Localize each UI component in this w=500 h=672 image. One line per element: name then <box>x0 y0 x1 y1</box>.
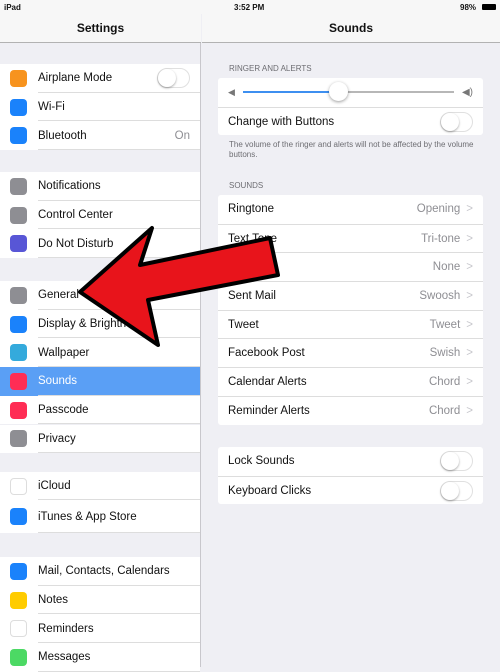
red-arrow-annotation <box>78 226 280 347</box>
arrow-shape <box>78 226 280 347</box>
